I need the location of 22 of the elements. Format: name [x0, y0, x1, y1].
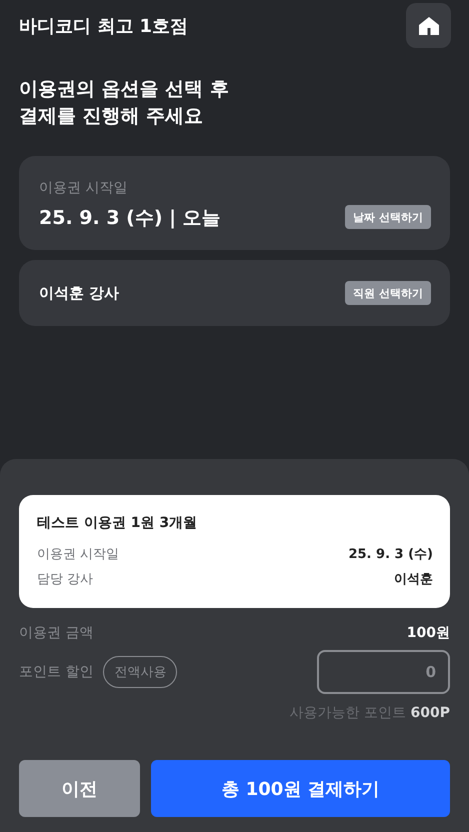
amount-label: 이용권 금액 [19, 624, 94, 642]
field-label: 이용권 시작일 [39, 179, 128, 197]
summary-label: 이용권 시작일 [37, 546, 120, 564]
instructor-value: 이석훈 강사 [39, 284, 120, 302]
select-button[interactable]: 날짜 선택하기 [345, 205, 431, 229]
pay-button[interactable]: 총 100원 결제하기 [151, 760, 450, 817]
points-label: 포인트 할인 [19, 663, 94, 681]
use-all-button[interactable]: 전액사용 [103, 656, 178, 688]
summary-label: 담당 강사 [37, 571, 94, 589]
pass-title: 테스트 이용권 1원 3개월 [37, 514, 198, 532]
heading-text: 이용권의 옵션을 선택 후 [19, 77, 230, 102]
points-input[interactable]: 0 [317, 650, 450, 694]
home-button[interactable] [406, 3, 451, 48]
home-icon [418, 16, 440, 36]
summary-value: 25. 9. 3 (수) [348, 546, 433, 564]
summary-value: 이석훈 [394, 571, 433, 589]
date-value: 25. 9. 3 (수) | 오늘 [39, 206, 221, 231]
heading-text: 결제를 진행해 주세요 [19, 104, 204, 129]
store-title: 바디코디 최고 1호점 [19, 14, 188, 38]
amount-value: 100원 [406, 624, 450, 642]
back-button[interactable]: 이전 [19, 760, 140, 817]
select-button[interactable]: 직원 선택하기 [345, 281, 431, 305]
